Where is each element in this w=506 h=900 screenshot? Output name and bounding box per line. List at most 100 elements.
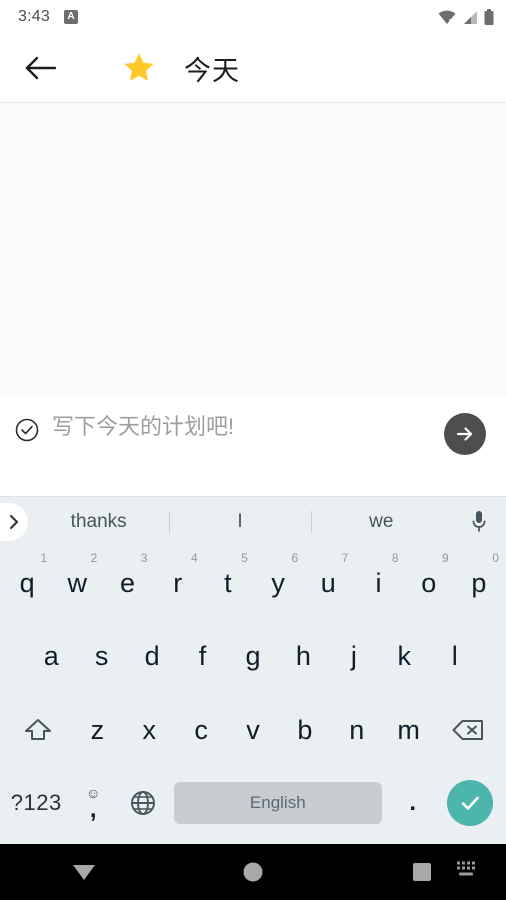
on-screen-keyboard: thanks I we 1 q 2 w 3 e 4 r 5 t 6 y 7 u … xyxy=(0,497,506,844)
suggestion-item[interactable]: thanks xyxy=(28,511,169,533)
key-w[interactable]: 2 w xyxy=(52,547,102,620)
key-q[interactable]: 1 q xyxy=(2,547,52,620)
key-label: q xyxy=(19,568,35,599)
key-v[interactable]: v xyxy=(227,694,279,767)
numeric-symbols-key[interactable]: ?123 xyxy=(4,767,68,840)
suggestion-strip: thanks I we xyxy=(0,497,506,547)
key-a[interactable]: a xyxy=(26,620,76,693)
key-l[interactable]: l xyxy=(430,620,480,693)
triangle-down-icon xyxy=(73,865,96,880)
keyboard-row-3: z x c v b n m xyxy=(0,694,506,767)
key-num-label: 5 xyxy=(241,551,248,565)
key-r[interactable]: 4 r xyxy=(153,547,203,620)
key-j[interactable]: j xyxy=(329,620,379,693)
key-num-label: 0 xyxy=(492,551,499,565)
key-n[interactable]: n xyxy=(331,694,383,767)
key-y[interactable]: 6 y xyxy=(253,547,303,620)
key-num-label: 2 xyxy=(90,551,98,565)
square-icon xyxy=(412,863,431,881)
key-rows: 1 q 2 w 3 e 4 r 5 t 6 y 7 u 8 i 9 o 0 p … xyxy=(0,547,506,844)
check-circle-icon[interactable] xyxy=(14,417,40,448)
wifi-off-icon xyxy=(438,10,456,24)
status-icons xyxy=(438,8,494,26)
key-num-label: 4 xyxy=(191,551,198,565)
backspace-key[interactable] xyxy=(435,694,502,767)
key-f[interactable]: f xyxy=(177,620,227,693)
star-glyph-icon xyxy=(124,53,154,81)
suggestion-item[interactable]: we xyxy=(311,511,452,533)
status-time: 3:43 xyxy=(18,8,50,25)
star-icon[interactable] xyxy=(122,51,156,85)
key-h[interactable]: h xyxy=(278,620,328,693)
new-task-input-row xyxy=(0,397,506,497)
keyboard-icon xyxy=(457,861,475,876)
enter-circle xyxy=(446,780,493,827)
key-num-label: 6 xyxy=(291,551,299,565)
nav-recents-button[interactable] xyxy=(337,862,506,882)
arrow-left-icon xyxy=(25,56,57,80)
phone-screen: 3:43 A 今天 写下今天的计划吧! thanks I we 1 q 2 w … xyxy=(0,0,506,900)
keyboard-indicator-button[interactable] xyxy=(456,861,480,884)
key-label: w xyxy=(67,568,88,599)
send-task-button[interactable] xyxy=(444,413,486,455)
key-num-label: 7 xyxy=(341,551,349,565)
key-label: i xyxy=(375,568,382,599)
voice-input-button[interactable] xyxy=(452,509,506,535)
key-u[interactable]: 7 u xyxy=(303,547,353,620)
key-p[interactable]: 0 p xyxy=(454,547,504,620)
key-m[interactable]: m xyxy=(383,694,435,767)
period-key[interactable]: . xyxy=(388,767,438,840)
key-label: p xyxy=(471,568,487,599)
key-num-label: 1 xyxy=(40,551,48,565)
key-num-label: 9 xyxy=(442,551,449,565)
key-o[interactable]: 9 o xyxy=(404,547,454,620)
comma-key[interactable]: ☺ , xyxy=(68,767,118,840)
key-label: e xyxy=(119,568,136,599)
circle-icon xyxy=(243,862,263,882)
enter-key[interactable] xyxy=(438,780,502,827)
arrow-right-icon xyxy=(456,427,473,441)
shift-key[interactable] xyxy=(4,694,71,767)
key-num-label: 3 xyxy=(140,551,148,565)
key-k[interactable]: k xyxy=(379,620,429,693)
space-key[interactable]: English xyxy=(173,782,382,825)
task-list-area xyxy=(0,103,506,397)
key-x[interactable]: x xyxy=(123,694,175,767)
suggestion-item[interactable]: I xyxy=(169,511,310,533)
shift-icon xyxy=(24,719,51,741)
key-label: u xyxy=(320,568,336,599)
suggestion-list: thanks I we xyxy=(28,497,452,547)
key-d[interactable]: d xyxy=(127,620,177,693)
comma-label: , xyxy=(89,796,97,824)
status-bar: 3:43 A xyxy=(0,0,506,34)
key-z[interactable]: z xyxy=(71,694,123,767)
key-i[interactable]: 8 i xyxy=(353,547,403,620)
language-switch-key[interactable] xyxy=(118,767,168,840)
task-text-input[interactable] xyxy=(52,414,436,440)
key-label: r xyxy=(173,568,183,599)
key-label: t xyxy=(224,568,232,599)
system-navigation-bar xyxy=(0,844,506,900)
expand-suggestions-button[interactable] xyxy=(0,503,28,541)
nav-home-button[interactable] xyxy=(169,861,338,883)
check-circle-glyph-icon xyxy=(15,418,39,442)
key-e[interactable]: 3 e xyxy=(102,547,152,620)
page-title: 今天 xyxy=(184,55,240,86)
battery-icon xyxy=(484,8,494,25)
keyboard-row-1: 1 q 2 w 3 e 4 r 5 t 6 y 7 u 8 i 9 o 0 p xyxy=(0,547,506,620)
key-b[interactable]: b xyxy=(279,694,331,767)
app-bar: 今天 xyxy=(0,34,506,103)
key-s[interactable]: s xyxy=(76,620,126,693)
key-label: y xyxy=(271,568,285,599)
nav-back-button[interactable] xyxy=(0,861,169,883)
check-icon xyxy=(461,797,479,811)
status-app-badge: A xyxy=(63,10,78,24)
key-c[interactable]: c xyxy=(175,694,227,767)
globe-icon xyxy=(130,791,155,816)
key-num-label: 8 xyxy=(391,551,399,565)
back-button[interactable] xyxy=(12,55,70,81)
key-t[interactable]: 5 t xyxy=(203,547,253,620)
keyboard-row-2: a s d f g h j k l xyxy=(0,620,506,693)
key-g[interactable]: g xyxy=(228,620,278,693)
keyboard-row-4: ?123 ☺ , English . xyxy=(0,767,506,840)
